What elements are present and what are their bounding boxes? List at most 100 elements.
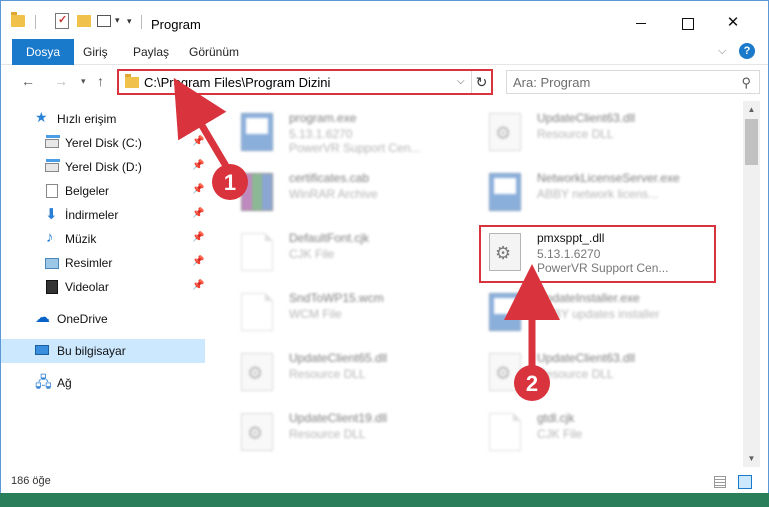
sidebar-item-pictures[interactable]: Resimler 📌 xyxy=(1,251,205,275)
folder-icon xyxy=(125,74,139,88)
file-type: WCM File xyxy=(289,307,342,321)
sidebar-item-this-pc[interactable]: Bu bilgisayar xyxy=(1,339,205,363)
close-button[interactable]: ✕ xyxy=(710,9,756,37)
sidebar-item-label: OneDrive xyxy=(57,312,108,326)
file-name: UpdateInstaller.exe xyxy=(537,291,640,305)
file-item[interactable]: UpdateClient65.dll Resource DLL xyxy=(219,343,459,395)
scroll-down-icon[interactable]: ▼ xyxy=(743,450,760,467)
file-name: UpdateClient65.dll xyxy=(289,351,388,365)
recent-locations-icon[interactable]: ▾ xyxy=(81,76,86,87)
details-icon[interactable] xyxy=(97,15,111,27)
address-bar[interactable]: C:\Program Files\Program Dizini ⌵ ↻ xyxy=(117,69,493,95)
pin-icon[interactable]: 📌 xyxy=(192,136,204,147)
sidebar-item-label: Bu bilgisayar xyxy=(57,344,126,358)
sidebar-item-label: Yerel Disk (C:) xyxy=(65,136,142,150)
file-name: DefaultFont.cjk xyxy=(289,231,370,245)
file-name: gtdl.cjk xyxy=(537,411,575,425)
up-button[interactable]: ↑ xyxy=(97,73,104,89)
navigation-pane: ★ Hızlı erişim Yerel Disk (C:) 📌 Yerel D… xyxy=(1,101,207,467)
sidebar-item-videos[interactable]: Videolar 📌 xyxy=(1,275,205,299)
separator xyxy=(35,15,36,29)
file-name: UpdateClient63.dll xyxy=(537,351,636,365)
sidebar-item-music[interactable]: ♪ Müzik 📌 xyxy=(1,227,205,251)
search-input[interactable]: Ara: Program ⚲ xyxy=(506,70,760,94)
sidebar-item-documents[interactable]: Belgeler 📌 xyxy=(1,179,205,203)
exe-icon xyxy=(489,293,521,331)
file-item[interactable]: certificates.cab WinRAR Archive xyxy=(219,163,459,215)
back-button[interactable]: ← xyxy=(21,73,35,89)
navigation-bar: ← → ▾ ↑ C:\Program Files\Program Dizini … xyxy=(1,67,768,97)
scroll-up-icon[interactable]: ▲ xyxy=(743,101,760,118)
exe-icon xyxy=(241,113,273,151)
sidebar-item-label: İndirmeler xyxy=(65,208,119,222)
tab-share[interactable]: Paylaş xyxy=(121,39,181,65)
ribbon: Dosya Giriş Paylaş Görünüm ⌵ ? xyxy=(1,39,768,65)
dll-icon xyxy=(241,353,273,391)
file-name: certificates.cab xyxy=(289,171,370,185)
item-count: 186 öğe xyxy=(11,475,51,487)
sidebar-item-local-disk-c[interactable]: Yerel Disk (C:) 📌 xyxy=(1,131,205,155)
forward-button[interactable]: → xyxy=(54,73,68,89)
archive-icon xyxy=(241,173,273,211)
star-icon: ★ xyxy=(35,109,48,125)
pin-icon[interactable]: 📌 xyxy=(192,256,204,267)
pin-icon[interactable]: 📌 xyxy=(192,280,204,291)
sidebar-item-quick-access[interactable]: ★ Hızlı erişim xyxy=(1,107,205,131)
videos-icon xyxy=(46,280,58,294)
sidebar-item-label: Belgeler xyxy=(65,184,110,198)
file-name: program.exe xyxy=(289,111,357,125)
status-bar: 186 öğe xyxy=(1,469,768,493)
pin-icon[interactable]: 📌 xyxy=(192,160,204,171)
address-path[interactable]: C:\Program Files\Program Dizini xyxy=(144,75,330,90)
tab-view[interactable]: Görünüm xyxy=(177,39,251,65)
tab-file[interactable]: Dosya xyxy=(12,39,75,65)
details-view-icon[interactable] xyxy=(714,476,726,488)
music-icon: ♪ xyxy=(46,229,54,246)
pin-icon[interactable]: 📌 xyxy=(192,184,204,195)
file-type: WinRAR Archive xyxy=(289,187,378,201)
file-item[interactable]: gtdl.cjk CJK File xyxy=(467,403,707,455)
sidebar-item-onedrive[interactable]: ☁ OneDrive xyxy=(1,307,205,331)
file-item[interactable]: UpdateClient19.dll Resource DLL xyxy=(219,403,459,455)
minimize-button[interactable] xyxy=(618,9,664,37)
file-item[interactable]: program.exe 5.13.1.6270 PowerVR Support … xyxy=(219,103,459,155)
folder-icon xyxy=(11,12,25,27)
file-version: 5.13.1.6270 xyxy=(289,127,353,141)
file-item[interactable]: SndToWP15.wcm WCM File xyxy=(219,283,459,335)
file-item[interactable]: NetworkLicenseServer.exe ABBY network li… xyxy=(467,163,707,215)
tab-home[interactable]: Giriş xyxy=(71,39,120,65)
search-icon[interactable]: ⚲ xyxy=(741,75,751,91)
refresh-icon[interactable]: ↻ xyxy=(471,71,491,93)
maximize-button[interactable] xyxy=(664,9,710,37)
customize-toolbar-icon[interactable]: ▾ xyxy=(127,16,132,32)
chevron-down-icon[interactable]: ⌵ xyxy=(457,76,465,87)
expand-ribbon-icon[interactable]: ⌵ xyxy=(718,45,726,58)
sidebar-item-local-disk-d[interactable]: Yerel Disk (D:) 📌 xyxy=(1,155,205,179)
title-bar: ▾ ▾ Program ✕ xyxy=(1,1,768,37)
search-placeholder: Ara: Program xyxy=(513,75,591,90)
file-item[interactable]: UpdateClient63.dll Resource DLL xyxy=(467,343,707,395)
help-icon[interactable]: ? xyxy=(739,43,755,59)
file-item[interactable]: UpdateInstaller.exe ABBY updates install… xyxy=(467,283,707,335)
vertical-scrollbar[interactable]: ▲ ▼ xyxy=(743,101,760,467)
dll-icon xyxy=(489,113,521,151)
properties-check-icon[interactable] xyxy=(55,13,69,29)
large-icons-view-icon[interactable] xyxy=(738,475,752,489)
sidebar-item-downloads[interactable]: ⬇ İndirmeler 📌 xyxy=(1,203,205,227)
dll-icon xyxy=(241,413,273,451)
chevron-down-icon[interactable]: ▾ xyxy=(115,15,120,31)
sidebar-item-network[interactable]: 🖧 Ağ xyxy=(1,371,205,395)
new-folder-icon[interactable] xyxy=(77,15,91,27)
file-item[interactable]: UpdateClient63.dll Resource DLL xyxy=(467,103,707,155)
highlight-box xyxy=(479,225,716,283)
sidebar-item-label: Videolar xyxy=(65,280,109,294)
file-list: program.exe 5.13.1.6270 PowerVR Support … xyxy=(209,101,742,467)
file-item[interactable]: DefaultFont.cjk CJK File xyxy=(219,223,459,275)
file-name: UpdateClient19.dll xyxy=(289,411,388,425)
pin-icon[interactable]: 📌 xyxy=(192,232,204,243)
pin-icon[interactable]: 📌 xyxy=(192,208,204,219)
file-icon xyxy=(241,293,273,331)
explorer-window: ▾ ▾ Program ✕ Dosya Giriş Paylaş Görünüm… xyxy=(0,0,769,507)
cloud-icon: ☁ xyxy=(35,309,50,326)
scroll-thumb[interactable] xyxy=(745,119,758,165)
